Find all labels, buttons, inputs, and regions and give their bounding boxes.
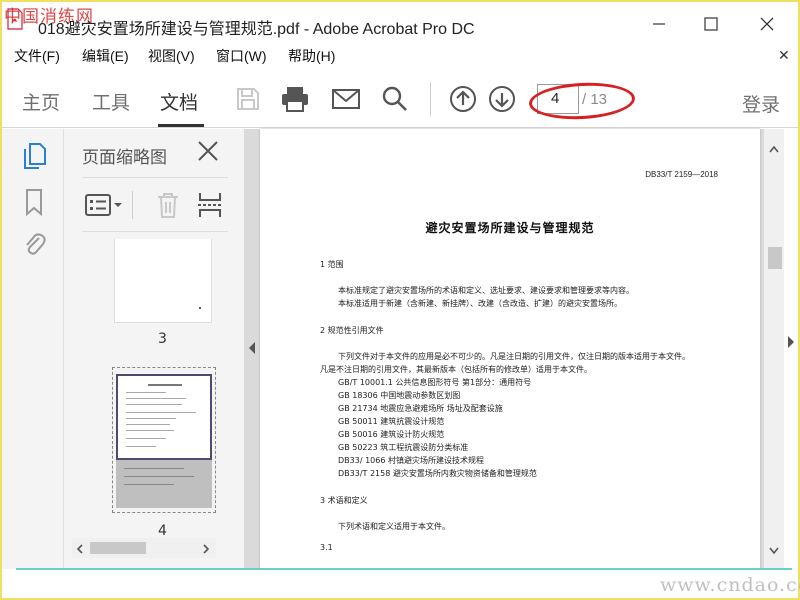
scroll-thumb[interactable] bbox=[90, 542, 146, 554]
reference-item: GB 50223 筑工程抗震设防分类标准 bbox=[338, 443, 469, 452]
collapse-panel-icon[interactable] bbox=[247, 340, 257, 354]
save-icon[interactable] bbox=[233, 84, 263, 114]
reference-item: DB33/T 2158 避灾安置场所内救灾物资储备和管理规范 bbox=[338, 469, 537, 478]
menu-view[interactable]: 视图(V) bbox=[148, 46, 195, 66]
active-tab-indicator bbox=[158, 124, 204, 127]
section-heading: 1 范围 bbox=[320, 260, 344, 269]
email-icon[interactable] bbox=[331, 84, 361, 114]
search-icon[interactable] bbox=[380, 84, 410, 114]
toolbar-separator bbox=[430, 82, 431, 116]
bookmarks-icon[interactable] bbox=[20, 187, 48, 217]
window-title: 018避灾安置场所建设与管理规范.pdf - Adobe Acrobat Pro… bbox=[38, 21, 475, 38]
document-vertical-scrollbar[interactable] bbox=[764, 129, 784, 569]
insert-page-icon[interactable] bbox=[196, 191, 224, 219]
thumbnail-label: 3 bbox=[158, 331, 167, 347]
print-icon[interactable] bbox=[280, 84, 310, 114]
app-window: 中国消练网 018避灾安置场所建设与管理规范.pdf - Adobe Acrob… bbox=[0, 0, 800, 600]
document-viewer[interactable]: DB33/T 2159—2018 避灾安置场所建设与管理规范 1 范围 本标准规… bbox=[244, 129, 784, 569]
thumbnail-list: 3 4 bbox=[82, 239, 218, 539]
title-bar: 中国消练网 018避灾安置场所建设与管理规范.pdf - Adobe Acrob… bbox=[2, 2, 798, 46]
attachments-icon[interactable] bbox=[20, 229, 48, 259]
page-up-icon[interactable] bbox=[448, 84, 478, 114]
maximize-button[interactable] bbox=[688, 6, 734, 42]
body-text: 下列术语和定义适用于本文件。 bbox=[338, 522, 450, 531]
thumbnail-label: 4 bbox=[158, 523, 167, 539]
panel-divider bbox=[82, 177, 228, 178]
scroll-left-icon bbox=[76, 544, 83, 554]
reference-item: DB33/ 1066 村镇避灾场所建设技术规程 bbox=[338, 456, 484, 465]
panel-close-icon[interactable] bbox=[196, 139, 222, 165]
reference-item: GB 18306 中国地震动参数区划图 bbox=[338, 391, 461, 400]
document-code: DB33/T 2159—2018 bbox=[645, 170, 718, 179]
panel-divider bbox=[82, 231, 228, 232]
menu-bar: 文件(F) 编辑(E) 视图(V) 窗口(W) 帮助(H) ✕ bbox=[2, 46, 798, 68]
close-document-icon[interactable]: ✕ bbox=[778, 48, 790, 64]
page-thumbnail-4[interactable] bbox=[116, 374, 212, 508]
body-text: 本标准规定了避灾安置场所的术语和定义、选址要求、建设要求和管理要求等内容。 bbox=[338, 286, 634, 295]
navigation-rail bbox=[2, 129, 64, 569]
page-thumbnail-3[interactable] bbox=[114, 239, 212, 323]
menu-file[interactable]: 文件(F) bbox=[14, 46, 60, 66]
tools-separator bbox=[132, 191, 133, 219]
minimize-icon bbox=[653, 23, 665, 25]
delete-page-icon[interactable] bbox=[156, 191, 180, 219]
body-text: 本标准适用于新建（含新建、新挂牌）、改建（含改造、扩建）的避灾安置场所。 bbox=[338, 299, 622, 308]
maximize-icon bbox=[704, 17, 718, 31]
close-button[interactable] bbox=[744, 6, 790, 42]
expand-right-pane-icon bbox=[788, 336, 794, 348]
right-panel-edge bbox=[784, 129, 798, 569]
reference-item: GB 50016 建筑设计防火规范 bbox=[338, 430, 445, 439]
page-thumbnails-icon[interactable] bbox=[20, 141, 48, 171]
menu-help[interactable]: 帮助(H) bbox=[288, 46, 335, 66]
minimize-button[interactable] bbox=[636, 6, 682, 42]
thumbnail-panel: 页面缩略图 3 4 bbox=[64, 129, 296, 569]
main-toolbar: 主页 工具 文档 4 / 13 登录 bbox=[2, 70, 798, 128]
thumbnail-options-icon[interactable] bbox=[84, 193, 124, 217]
scroll-thumb[interactable] bbox=[768, 247, 782, 269]
body-text: 凡是不注日期的引用文件，其最新版本（包括所有的修改单）适用于本文件。 bbox=[320, 365, 592, 374]
watermark-bottom-right: www.cndao.com bbox=[660, 574, 800, 596]
reference-item: GB 21734 地震应急避难场所 场址及配套设施 bbox=[338, 404, 503, 413]
section-heading: 3 术语和定义 bbox=[320, 496, 368, 505]
reference-item: GB/T 10001.1 公共信息图形符号 第1部分：通用符号 bbox=[338, 378, 532, 387]
scroll-up-icon bbox=[769, 145, 779, 153]
tab-document[interactable]: 文档 bbox=[160, 88, 198, 115]
tab-tools[interactable]: 工具 bbox=[92, 88, 130, 115]
page-down-icon[interactable] bbox=[487, 84, 517, 114]
scroll-down-icon bbox=[769, 547, 779, 555]
tab-home[interactable]: 主页 bbox=[22, 88, 60, 115]
menu-window[interactable]: 窗口(W) bbox=[216, 46, 267, 66]
document-title: 避灾安置场所建设与管理规范 bbox=[425, 221, 595, 235]
pdf-page[interactable]: DB33/T 2159—2018 避灾安置场所建设与管理规范 1 范围 本标准规… bbox=[260, 129, 760, 569]
thumbnail-horizontal-scrollbar[interactable] bbox=[72, 538, 216, 558]
menu-edit[interactable]: 编辑(E) bbox=[82, 46, 129, 66]
bottom-divider bbox=[16, 568, 792, 570]
thumbnail-panel-title: 页面缩略图 bbox=[82, 148, 167, 167]
reference-item: GB 50011 建筑抗震设计规范 bbox=[338, 417, 445, 426]
section-heading: 2 规范性引用文件 bbox=[320, 326, 384, 335]
close-icon bbox=[760, 17, 774, 31]
login-button[interactable]: 登录 bbox=[742, 90, 780, 117]
thumbnail-tools bbox=[82, 187, 228, 223]
thumbnail-viewport-frame bbox=[116, 374, 212, 460]
scroll-right-icon bbox=[203, 544, 210, 554]
body-text: 下列文件对于本文件的应用是必不可少的。凡是注日期的引用文件，仅注日期的版本适用于… bbox=[338, 352, 690, 361]
section-heading: 3.1 bbox=[320, 543, 333, 552]
